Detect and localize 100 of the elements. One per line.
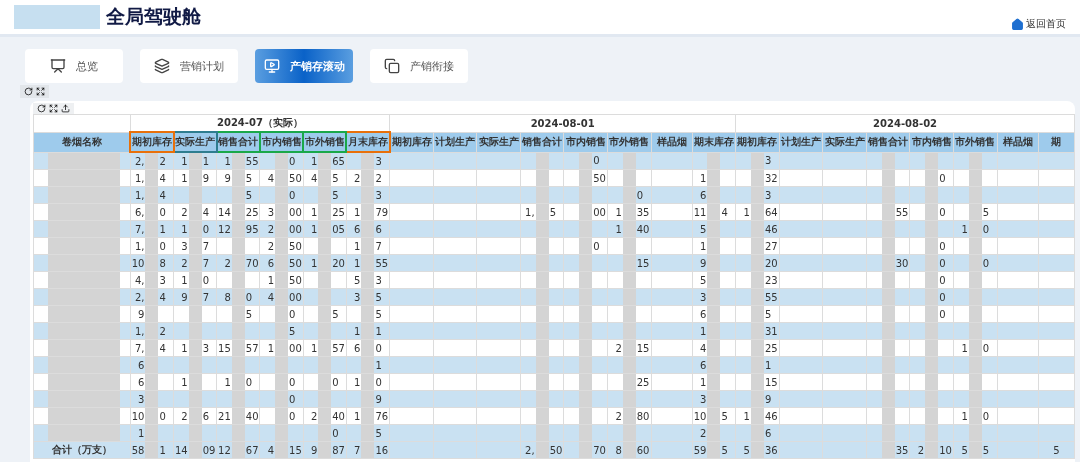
cell-value: 6	[354, 223, 361, 235]
cell-value: 6	[700, 189, 707, 201]
cell-value: 0	[939, 172, 946, 184]
cell-value: 6	[765, 427, 772, 439]
cell-value: 50	[289, 172, 302, 184]
cell-value: 20	[765, 257, 778, 269]
cell-value: 6	[138, 359, 145, 371]
cell-value: 35	[895, 444, 909, 456]
cell-value: 1	[159, 444, 166, 456]
cell-value: 2	[181, 257, 188, 269]
cell-value: 6	[202, 410, 209, 422]
cell-value: 0	[245, 376, 253, 388]
cell-value: 2,	[134, 291, 145, 303]
cell-value: 10	[131, 257, 145, 269]
cell-value: 0	[332, 376, 339, 388]
cell-value: 4	[159, 342, 166, 354]
cell-value: 5	[332, 172, 339, 184]
cell-value: 25	[636, 376, 650, 388]
column-header: 销售合计	[216, 132, 260, 152]
cell-value: 1	[375, 359, 382, 371]
cell-value: 3	[375, 274, 382, 286]
cell-value: 9	[138, 308, 145, 320]
cell-value: 1	[310, 223, 318, 235]
export-icon[interactable]	[61, 104, 70, 113]
cell-value: 0	[289, 393, 296, 405]
cell-value: 5	[375, 291, 382, 303]
cell-value: 5	[332, 308, 339, 320]
cell-value: 0	[636, 189, 644, 201]
cell-value: 1	[202, 155, 209, 167]
cell-value: 7,	[134, 342, 145, 354]
cell-value: 00	[289, 206, 302, 218]
cell-value: 58	[131, 444, 145, 456]
cell-value: 1	[138, 427, 145, 439]
cell-value: 0	[939, 308, 946, 320]
cell-value: 0	[159, 240, 166, 252]
cell-value: 0	[939, 274, 946, 286]
cell-value: 50	[593, 172, 606, 184]
cell-value: 0	[982, 342, 990, 354]
cell-value: 00	[289, 223, 302, 235]
cell-value: 5	[1053, 444, 1060, 456]
cell-value: 0	[939, 257, 946, 269]
cell-value: 6	[138, 376, 145, 388]
fullscreen-icon[interactable]	[36, 87, 45, 96]
total-label: 合计（万支）	[50, 443, 113, 457]
cell-value: 00	[593, 206, 606, 218]
cell-value: 0	[375, 376, 382, 388]
cell-value: 9	[765, 393, 772, 405]
cell-value: 1	[224, 376, 231, 388]
refresh-icon[interactable]	[24, 87, 33, 96]
cell-value: 6	[375, 223, 382, 235]
cell-value: 3	[375, 155, 382, 167]
home-link[interactable]: 返回首页	[1011, 17, 1066, 31]
cell-value: 3	[267, 206, 275, 218]
cell-value: 2	[159, 155, 166, 167]
nav-tab[interactable]: 产销衔接	[370, 49, 468, 83]
cell-value: 16	[375, 444, 389, 456]
cell-value: 5	[245, 308, 253, 320]
cell-value: 0	[375, 342, 382, 354]
refresh-icon[interactable]	[37, 104, 46, 113]
nav-tab[interactable]: 产销存滚动	[255, 49, 353, 83]
cell-value: 2	[700, 427, 707, 439]
cell-value: 55	[765, 291, 778, 303]
cell-value: 8	[159, 257, 166, 269]
home-icon	[1011, 17, 1024, 31]
cell-value: 1	[743, 206, 750, 218]
fullscreen-icon[interactable]	[49, 104, 58, 113]
cell-value: 1	[700, 172, 707, 184]
play-screen-icon	[263, 58, 280, 74]
cell-value: 5	[982, 206, 990, 218]
cell-value: 46	[765, 223, 778, 235]
nav-tab[interactable]: 营销计划	[140, 49, 238, 83]
date-group-header: 2024-08-01	[389, 114, 736, 132]
cell-value: 9	[700, 257, 707, 269]
cell-value: 1	[181, 223, 188, 235]
column-header: 实际生产	[173, 132, 217, 152]
cell-value: 2	[224, 257, 231, 269]
cell-value: 8	[224, 291, 231, 303]
cell-value: 35	[636, 206, 650, 218]
cell-value: 9	[202, 172, 209, 184]
cell-value: 6	[354, 342, 361, 354]
cell-value: 0	[202, 274, 209, 286]
cell-value: 2	[267, 240, 275, 252]
cell-value: 5	[245, 189, 253, 201]
cell-value: 10	[693, 410, 707, 422]
date-group-header: 2024-07（实际）	[130, 114, 390, 132]
cell-value: 0	[593, 155, 600, 167]
cell-value: 2	[181, 206, 188, 218]
cell-value: 80	[636, 410, 650, 422]
cell-value: 5	[332, 189, 339, 201]
nav-tab[interactable]: 总览	[25, 49, 123, 83]
cell-value: 3	[138, 393, 145, 405]
cell-value: 5	[721, 444, 728, 456]
cell-value: 1,	[134, 325, 145, 337]
cell-value: 10	[131, 410, 145, 422]
cell-value: 0	[332, 427, 339, 439]
cell-value: 25	[332, 206, 345, 218]
cell-value: 25	[245, 206, 259, 218]
cell-value: 5	[375, 308, 382, 320]
page-title: 全局驾驶舱	[106, 4, 201, 29]
cell-value: 5	[375, 427, 382, 439]
